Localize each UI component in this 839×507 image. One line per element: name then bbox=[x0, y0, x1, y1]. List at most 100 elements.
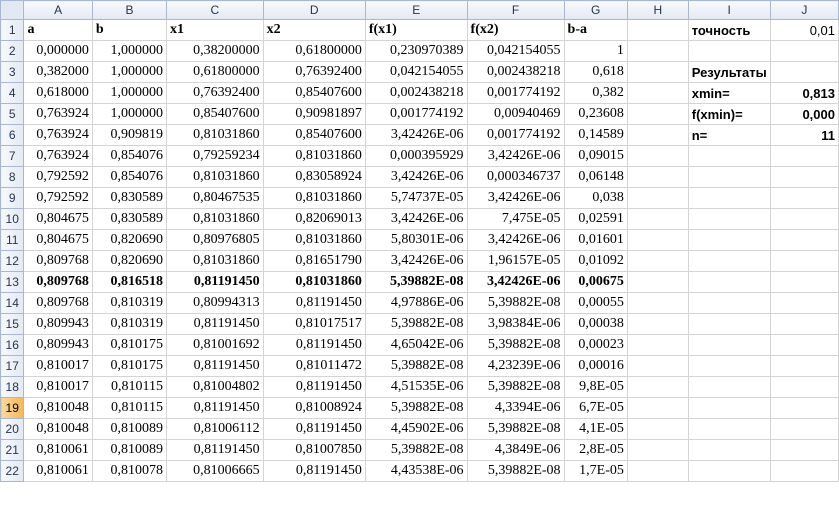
empty-cell[interactable] bbox=[769, 397, 839, 419]
empty-cell[interactable] bbox=[626, 271, 689, 293]
row-header[interactable]: 21 bbox=[0, 439, 25, 461]
data-cell[interactable]: 0,00016 bbox=[563, 355, 628, 377]
data-cell[interactable]: 0,81031860 bbox=[262, 271, 366, 293]
empty-cell[interactable] bbox=[626, 166, 689, 188]
empty-cell[interactable] bbox=[687, 145, 771, 167]
empty-cell[interactable] bbox=[769, 40, 839, 62]
data-cell[interactable]: 0,76392400 bbox=[262, 61, 366, 83]
row-header[interactable]: 16 bbox=[0, 334, 25, 356]
data-cell[interactable]: 0,81651790 bbox=[262, 250, 366, 272]
data-cell[interactable]: 3,42426E-06 bbox=[466, 271, 565, 293]
side-results-label[interactable]: Результаты bbox=[687, 61, 771, 83]
column-title-cell[interactable]: b bbox=[91, 19, 168, 41]
data-cell[interactable]: 0,001774192 bbox=[466, 82, 565, 104]
data-cell[interactable]: 0,38200000 bbox=[166, 40, 264, 62]
data-cell[interactable]: 0,000346737 bbox=[466, 166, 565, 188]
data-cell[interactable]: 0,809768 bbox=[23, 271, 93, 293]
data-cell[interactable]: 0,810175 bbox=[91, 355, 168, 377]
column-header-d[interactable]: D bbox=[262, 0, 366, 20]
data-cell[interactable]: 0,002438218 bbox=[466, 61, 565, 83]
empty-cell[interactable] bbox=[687, 208, 771, 230]
row-header[interactable]: 15 bbox=[0, 313, 25, 335]
empty-cell[interactable] bbox=[687, 397, 771, 419]
row-header[interactable]: 17 bbox=[0, 355, 25, 377]
data-cell[interactable]: 0,816518 bbox=[91, 271, 168, 293]
data-cell[interactable]: 0,810115 bbox=[91, 397, 168, 419]
data-cell[interactable]: 1,000000 bbox=[91, 103, 168, 125]
data-cell[interactable]: 0,81031860 bbox=[166, 250, 264, 272]
column-title-cell[interactable]: b-a bbox=[563, 19, 628, 41]
empty-cell[interactable] bbox=[687, 271, 771, 293]
data-cell[interactable]: 1,96157E-05 bbox=[466, 250, 565, 272]
data-cell[interactable]: 5,39882E-08 bbox=[364, 271, 468, 293]
empty-cell[interactable] bbox=[687, 439, 771, 461]
data-cell[interactable]: 0,81031860 bbox=[166, 208, 264, 230]
side-fxmin-value[interactable]: 0,000 bbox=[769, 103, 839, 125]
data-cell[interactable]: 0,81006112 bbox=[166, 418, 264, 440]
column-title-cell[interactable]: f(x1) bbox=[364, 19, 468, 41]
empty-cell[interactable] bbox=[626, 460, 689, 482]
data-cell[interactable]: 0,809768 bbox=[23, 292, 93, 314]
column-title-cell[interactable]: a bbox=[23, 19, 93, 41]
empty-cell[interactable] bbox=[626, 229, 689, 251]
empty-cell[interactable] bbox=[687, 229, 771, 251]
data-cell[interactable]: 0,76392400 bbox=[166, 82, 264, 104]
empty-cell[interactable] bbox=[769, 250, 839, 272]
data-cell[interactable]: 0,809943 bbox=[23, 334, 93, 356]
data-cell[interactable]: 0,90981897 bbox=[262, 103, 366, 125]
data-cell[interactable]: 0,81191450 bbox=[262, 460, 366, 482]
empty-cell[interactable] bbox=[687, 418, 771, 440]
data-cell[interactable]: 4,23239E-06 bbox=[466, 355, 565, 377]
data-cell[interactable]: 0,81191450 bbox=[166, 439, 264, 461]
data-cell[interactable]: 0,810017 bbox=[23, 376, 93, 398]
data-cell[interactable]: 0,810078 bbox=[91, 460, 168, 482]
side-precision-value[interactable]: 0,01 bbox=[769, 19, 839, 41]
data-cell[interactable]: 1,000000 bbox=[91, 82, 168, 104]
data-cell[interactable]: 0,382 bbox=[563, 82, 628, 104]
row-header[interactable]: 7 bbox=[0, 145, 25, 167]
data-cell[interactable]: 0,854076 bbox=[91, 166, 168, 188]
column-header-j[interactable]: J bbox=[769, 0, 839, 20]
empty-cell[interactable] bbox=[687, 250, 771, 272]
data-cell[interactable]: 0,804675 bbox=[23, 229, 93, 251]
data-cell[interactable]: 0,038 bbox=[563, 187, 628, 209]
side-precision-label[interactable]: точность bbox=[687, 19, 771, 41]
empty-cell[interactable] bbox=[626, 292, 689, 314]
row-header[interactable]: 3 bbox=[0, 61, 25, 83]
data-cell[interactable]: 0,810061 bbox=[23, 460, 93, 482]
data-cell[interactable]: 0,81004802 bbox=[166, 376, 264, 398]
data-cell[interactable]: 3,42426E-06 bbox=[364, 166, 468, 188]
side-n-value[interactable]: 11 bbox=[769, 124, 839, 146]
empty-cell[interactable] bbox=[626, 439, 689, 461]
data-cell[interactable]: 0,618 bbox=[563, 61, 628, 83]
side-n-label[interactable]: n= bbox=[687, 124, 771, 146]
data-cell[interactable]: 0,80994313 bbox=[166, 292, 264, 314]
row-header[interactable]: 14 bbox=[0, 292, 25, 314]
data-cell[interactable]: 0,81191450 bbox=[262, 418, 366, 440]
empty-cell[interactable] bbox=[769, 376, 839, 398]
data-cell[interactable]: 0,81191450 bbox=[166, 355, 264, 377]
data-cell[interactable]: 0,81011472 bbox=[262, 355, 366, 377]
empty-cell[interactable] bbox=[626, 208, 689, 230]
row-header[interactable]: 6 bbox=[0, 124, 25, 146]
row-header[interactable]: 11 bbox=[0, 229, 25, 251]
data-cell[interactable]: 4,43538E-06 bbox=[364, 460, 468, 482]
empty-cell[interactable] bbox=[769, 187, 839, 209]
data-cell[interactable]: 5,39882E-08 bbox=[466, 292, 565, 314]
data-cell[interactable]: 3,42426E-06 bbox=[364, 208, 468, 230]
column-header-h[interactable]: H bbox=[626, 0, 689, 20]
data-cell[interactable]: 1,000000 bbox=[91, 61, 168, 83]
data-cell[interactable]: 0,810089 bbox=[91, 439, 168, 461]
row-header[interactable]: 20 bbox=[0, 418, 25, 440]
data-cell[interactable]: 0,81007850 bbox=[262, 439, 366, 461]
empty-cell[interactable] bbox=[769, 439, 839, 461]
data-cell[interactable]: 2,8E-05 bbox=[563, 439, 628, 461]
data-cell[interactable]: 0,810175 bbox=[91, 334, 168, 356]
empty-cell[interactable] bbox=[687, 460, 771, 482]
data-cell[interactable]: 5,39882E-08 bbox=[466, 460, 565, 482]
data-cell[interactable]: 0,763924 bbox=[23, 103, 93, 125]
data-cell[interactable]: 0,810319 bbox=[91, 313, 168, 335]
empty-cell[interactable] bbox=[626, 124, 689, 146]
side-fxmin-label[interactable]: f(xmin)= bbox=[687, 103, 771, 125]
data-cell[interactable]: 0,230970389 bbox=[364, 40, 468, 62]
